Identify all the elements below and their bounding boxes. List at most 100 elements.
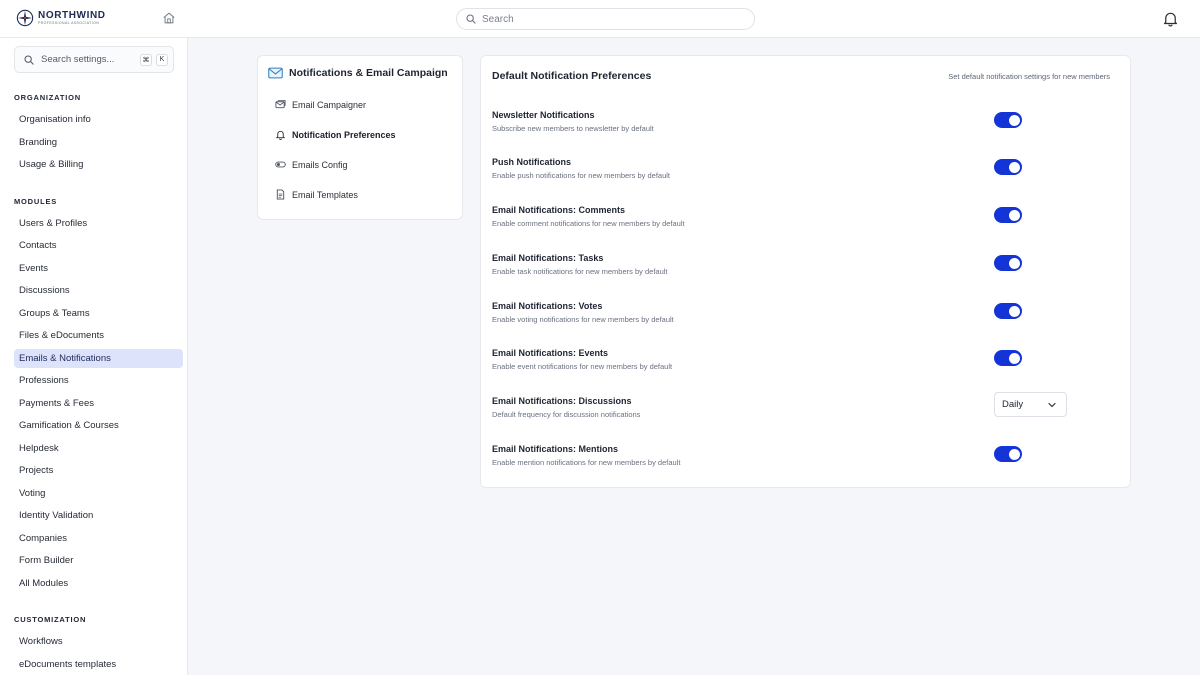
subnav-item-label: Email Templates (292, 189, 358, 200)
brand-name: NORTHWIND (38, 9, 106, 21)
setting-discussions: Email Notifications: Discussions Default… (492, 392, 1112, 426)
select-value: Daily (1002, 399, 1024, 410)
setting-label: Email Notifications: Discussions (492, 396, 632, 406)
search-icon (24, 54, 34, 65)
envelope-icon (268, 67, 283, 79)
brand-logo[interactable]: NORTHWIND PROFESSIONAL ASSOCIATION (16, 9, 106, 27)
setting-description: Enable push notifications for new member… (492, 171, 671, 180)
subnav-item-notification-preferences[interactable]: Notification Preferences (275, 129, 396, 140)
toggle-knob (1008, 448, 1020, 460)
sidebar-item-helpdesk[interactable]: Helpdesk (14, 439, 183, 458)
comments-toggle[interactable] (994, 207, 1022, 223)
subnav-item-emails-config[interactable]: Emails Config (275, 159, 348, 170)
setting-events: Email Notifications: Events Enable event… (492, 348, 1112, 378)
subnav-title: Notifications & Email Campaign (268, 67, 448, 79)
setting-votes: Email Notifications: Votes Enable voting… (492, 301, 1112, 331)
setting-newsletter: Newsletter Notifications Subscribe new m… (492, 110, 1112, 140)
sidebar-item-groups-teams[interactable]: Groups & Teams (14, 304, 183, 323)
sidebar-item-identity-validation[interactable]: Identity Validation (14, 506, 183, 525)
discussions-frequency-select[interactable]: Daily (994, 392, 1067, 417)
votes-toggle[interactable] (994, 303, 1022, 319)
setting-label: Push Notifications (492, 157, 572, 167)
section-modules: MODULES (14, 197, 58, 206)
sidebar-item-users-profiles[interactable]: Users & Profiles (14, 214, 183, 233)
tasks-toggle[interactable] (994, 255, 1022, 271)
setting-description: Enable voting notifications for new memb… (492, 315, 674, 324)
sidebar-item-files-edocuments[interactable]: Files & eDocuments (14, 326, 183, 345)
toggle-knob (1008, 257, 1020, 269)
sidebar-item-usage-billing[interactable]: Usage & Billing (14, 155, 183, 174)
section-customization: CUSTOMIZATION (14, 615, 87, 624)
setting-label: Email Notifications: Votes (492, 301, 603, 311)
campaign-icon (275, 99, 286, 109)
setting-description: Subscribe new members to newsletter by d… (492, 124, 654, 133)
sidebar-item-branding[interactable]: Branding (14, 133, 183, 152)
sidebar-item-form-builder[interactable]: Form Builder (14, 551, 183, 570)
subnav-item-label: Email Campaigner (292, 99, 367, 110)
settings-search[interactable]: ⌘ K (14, 46, 174, 73)
events-toggle[interactable] (994, 350, 1022, 366)
brand-tagline: PROFESSIONAL ASSOCIATION (38, 20, 100, 25)
setting-label: Email Notifications: Tasks (492, 253, 604, 263)
notifications-bell-icon[interactable] (1162, 10, 1179, 27)
subnav-item-label: Notification Preferences (292, 129, 396, 140)
subnav-item-label: Emails Config (292, 159, 348, 170)
subnav-title-text: Notifications & Email Campaign (289, 67, 448, 79)
search-icon (466, 14, 476, 24)
push-toggle[interactable] (994, 159, 1022, 175)
setting-label: Email Notifications: Comments (492, 205, 626, 215)
sidebar-item-professions[interactable]: Professions (14, 371, 183, 390)
setting-label: Newsletter Notifications (492, 110, 595, 120)
sidebar-item-voting[interactable]: Voting (14, 484, 183, 503)
sidebar-item-edocuments-templates[interactable]: eDocuments templates (14, 655, 183, 674)
global-search-input[interactable] (482, 13, 732, 25)
toggle-icon (275, 161, 286, 168)
sidebar-item-payments-fees[interactable]: Payments & Fees (14, 394, 183, 413)
document-icon (276, 189, 285, 200)
sidebar-item-emails-notifications[interactable]: Emails & Notifications (14, 349, 183, 368)
home-icon[interactable] (162, 11, 176, 25)
sidebar-item-events[interactable]: Events (14, 259, 183, 278)
toggle-knob (1008, 209, 1020, 221)
page-description: Set default notification settings for ne… (948, 72, 1110, 81)
setting-push: Push Notifications Enable push notificat… (492, 157, 1112, 187)
notification-preferences-card: Default Notification Preferences Set def… (480, 55, 1131, 488)
sidebar-item-projects[interactable]: Projects (14, 461, 183, 480)
top-bar: NORTHWIND PROFESSIONAL ASSOCIATION (0, 0, 1200, 38)
subnav-item-email-campaigner[interactable]: Email Campaigner (275, 99, 366, 110)
setting-description: Enable comment notifications for new mem… (492, 219, 685, 228)
shortcut-k-key: K (156, 53, 168, 66)
mentions-toggle[interactable] (994, 446, 1022, 462)
toggle-knob (1008, 161, 1020, 173)
section-organization: ORGANIZATION (14, 93, 81, 102)
setting-label: Email Notifications: Mentions (492, 444, 619, 454)
bell-icon (275, 130, 286, 140)
sidebar-item-workflows[interactable]: Workflows (14, 632, 183, 651)
sidebar-item-discussions[interactable]: Discussions (14, 281, 183, 300)
global-search[interactable] (456, 8, 755, 30)
toggle-knob (1008, 114, 1020, 126)
sidebar-item-companies[interactable]: Companies (14, 529, 183, 548)
sidebar-item-gamification-courses[interactable]: Gamification & Courses (14, 416, 183, 435)
setting-description: Enable task notifications for new member… (492, 267, 668, 276)
shortcut-cmd-key: ⌘ (140, 53, 152, 66)
settings-search-input[interactable] (41, 54, 133, 65)
setting-comments: Email Notifications: Comments Enable com… (492, 205, 1112, 235)
setting-description: Default frequency for discussion notific… (492, 410, 641, 419)
setting-label: Email Notifications: Events (492, 348, 609, 358)
newsletter-toggle[interactable] (994, 112, 1022, 128)
page-title: Default Notification Preferences (492, 70, 652, 82)
toggle-knob (1008, 352, 1020, 364)
sidebar-item-all-modules[interactable]: All Modules (14, 574, 183, 593)
settings-sidebar: ⌘ K ORGANIZATION Organisation info Brand… (0, 38, 188, 675)
sidebar-item-organisation-info[interactable]: Organisation info (14, 110, 183, 129)
setting-mentions: Email Notifications: Mentions Enable men… (492, 444, 1112, 474)
toggle-knob (1008, 305, 1020, 317)
sidebar-item-contacts[interactable]: Contacts (14, 236, 183, 255)
subnav-item-email-templates[interactable]: Email Templates (275, 189, 358, 200)
setting-description: Enable mention notifications for new mem… (492, 458, 681, 467)
setting-tasks: Email Notifications: Tasks Enable task n… (492, 253, 1112, 283)
setting-description: Enable event notifications for new membe… (492, 362, 673, 371)
notifications-subnav: Notifications & Email Campaign Email Cam… (257, 55, 463, 220)
chevron-down-icon (1048, 402, 1056, 407)
